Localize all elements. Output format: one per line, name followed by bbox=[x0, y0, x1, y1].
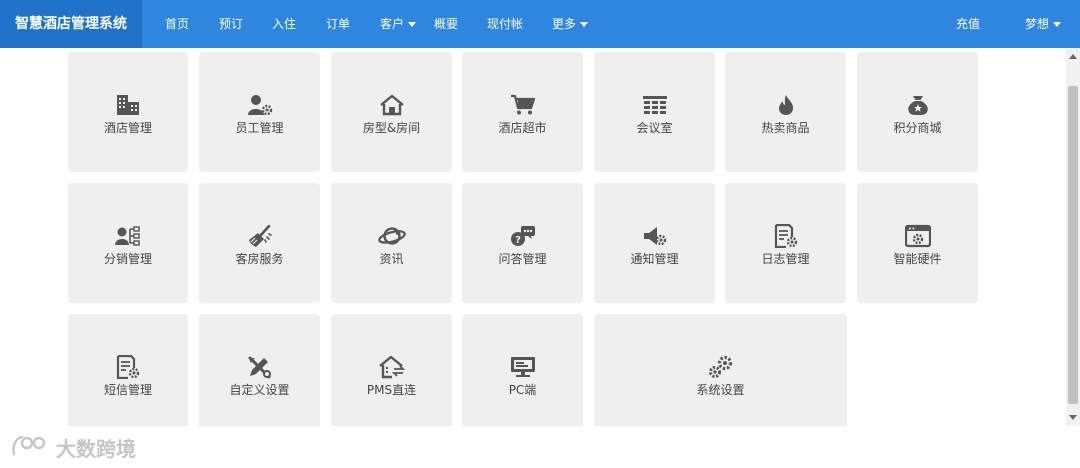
tile-label: 房型&房间 bbox=[362, 121, 421, 135]
nav-customers-label: 客户 bbox=[380, 17, 405, 31]
nav-overview[interactable]: 概要 bbox=[434, 0, 458, 48]
app-title[interactable]: 智慧酒店管理系统 bbox=[0, 0, 142, 48]
cart-icon bbox=[509, 92, 537, 118]
watermark-text: 大数跨境 bbox=[56, 436, 136, 461]
pms-house-icon bbox=[378, 354, 406, 380]
tile-pms-direct[interactable]: PMS直连 bbox=[331, 314, 452, 426]
tile-room-types[interactable]: 房型&房间 bbox=[331, 52, 452, 172]
tile-system-settings[interactable]: 系统设置 bbox=[594, 314, 847, 426]
log-gear-icon bbox=[772, 223, 800, 249]
monitor-icon bbox=[509, 354, 537, 380]
tile-notification-management[interactable]: 通知管理 bbox=[594, 183, 715, 303]
tile-label: 智能硬件 bbox=[893, 252, 942, 266]
watermark: 大数跨境 bbox=[10, 434, 136, 461]
svg-text:?: ? bbox=[515, 235, 521, 246]
sms-doc-gear-icon bbox=[114, 354, 142, 380]
tile-label: 会议室 bbox=[636, 121, 673, 135]
tile-label: 短信管理 bbox=[103, 383, 152, 397]
hardware-gear-icon bbox=[904, 223, 932, 249]
tile-smart-hardware[interactable]: 智能硬件 bbox=[857, 183, 978, 303]
tile-label: 资讯 bbox=[379, 252, 404, 266]
tile-label: 员工管理 bbox=[235, 121, 284, 135]
nav-more-dropdown[interactable]: 更多 bbox=[552, 0, 589, 48]
nav-orders[interactable]: 订单 bbox=[326, 0, 350, 48]
tile-label: PMS直连 bbox=[366, 383, 417, 397]
tile-custom-settings[interactable]: 自定义设置 bbox=[199, 314, 320, 426]
distribution-icon bbox=[114, 223, 142, 249]
tile-label: 问答管理 bbox=[498, 252, 547, 266]
scroll-down-arrow-icon[interactable] bbox=[1069, 415, 1077, 420]
tile-label: 热卖商品 bbox=[761, 121, 810, 135]
tile-label: 酒店超市 bbox=[498, 121, 547, 135]
watermark-logo-icon bbox=[10, 434, 50, 461]
tile-qa-management[interactable]: ? 问答管理 bbox=[462, 183, 583, 303]
user-name: 梦想 bbox=[1025, 17, 1050, 31]
tile-staff-management[interactable]: 员工管理 bbox=[199, 52, 320, 172]
scroll-up-arrow-icon[interactable] bbox=[1069, 54, 1077, 59]
tile-hotel-market[interactable]: 酒店超市 bbox=[462, 52, 583, 172]
nav-home[interactable]: 首页 bbox=[165, 0, 189, 48]
caret-down-icon bbox=[580, 22, 589, 27]
tile-hot-products[interactable]: 热卖商品 bbox=[725, 52, 846, 172]
pencil-wrench-icon bbox=[246, 354, 274, 380]
megaphone-gear-icon bbox=[641, 223, 669, 249]
staff-gear-icon bbox=[246, 92, 274, 118]
meeting-grid-icon bbox=[641, 92, 669, 118]
scrollbar-thumb[interactable] bbox=[1068, 86, 1078, 404]
tile-label: PC端 bbox=[508, 383, 537, 397]
broom-icon bbox=[246, 223, 274, 249]
tile-points-mall[interactable]: 积分商城 bbox=[857, 52, 978, 172]
tile-label: 分销管理 bbox=[103, 252, 152, 266]
fire-icon bbox=[772, 92, 800, 118]
nav-booking[interactable]: 预订 bbox=[219, 0, 243, 48]
tile-hotel-management[interactable]: 酒店管理 bbox=[68, 52, 188, 172]
caret-down-icon bbox=[1053, 22, 1062, 27]
user-menu-dropdown[interactable]: 梦想 bbox=[1025, 0, 1062, 48]
tile-label: 酒店管理 bbox=[103, 121, 152, 135]
house-icon bbox=[378, 92, 406, 118]
tile-log-management[interactable]: 日志管理 bbox=[725, 183, 846, 303]
tile-pc-client[interactable]: PC端 bbox=[462, 314, 583, 426]
nav-checkin[interactable]: 入住 bbox=[272, 0, 296, 48]
top-navbar: 智慧酒店管理系统 首页 预订 入住 订单 客户 概要 现付帐 更多 充值 梦想 bbox=[0, 0, 1080, 48]
tile-news[interactable]: 资讯 bbox=[331, 183, 452, 303]
tile-label: 日志管理 bbox=[761, 252, 810, 266]
nav-customers-dropdown[interactable]: 客户 bbox=[380, 0, 417, 48]
recharge-link[interactable]: 充值 bbox=[956, 0, 980, 48]
nav-more-label: 更多 bbox=[552, 17, 577, 31]
tile-sms-management[interactable]: 短信管理 bbox=[68, 314, 188, 426]
tile-distribution[interactable]: 分销管理 bbox=[68, 183, 188, 303]
tile-label: 通知管理 bbox=[630, 252, 679, 266]
money-bag-icon bbox=[904, 92, 932, 118]
planet-icon bbox=[377, 223, 406, 249]
building-icon bbox=[114, 92, 142, 118]
tile-room-service[interactable]: 客房服务 bbox=[199, 183, 320, 303]
vertical-scrollbar[interactable] bbox=[1066, 48, 1080, 426]
caret-down-icon bbox=[408, 22, 417, 27]
tile-label: 自定义设置 bbox=[229, 383, 290, 397]
tile-label: 客房服务 bbox=[235, 252, 284, 266]
module-grid: 酒店管理 员工管理 房型&房间 酒店超市 会议室 热卖商品 积分商城 分销管理 … bbox=[0, 48, 1066, 426]
nav-cash-account[interactable]: 现付帐 bbox=[487, 0, 523, 48]
tile-meeting-room[interactable]: 会议室 bbox=[594, 52, 715, 172]
gears-icon bbox=[707, 354, 735, 380]
qa-chat-icon: ? bbox=[509, 223, 537, 249]
tile-label: 系统设置 bbox=[696, 383, 745, 397]
tile-label: 积分商城 bbox=[893, 121, 942, 135]
